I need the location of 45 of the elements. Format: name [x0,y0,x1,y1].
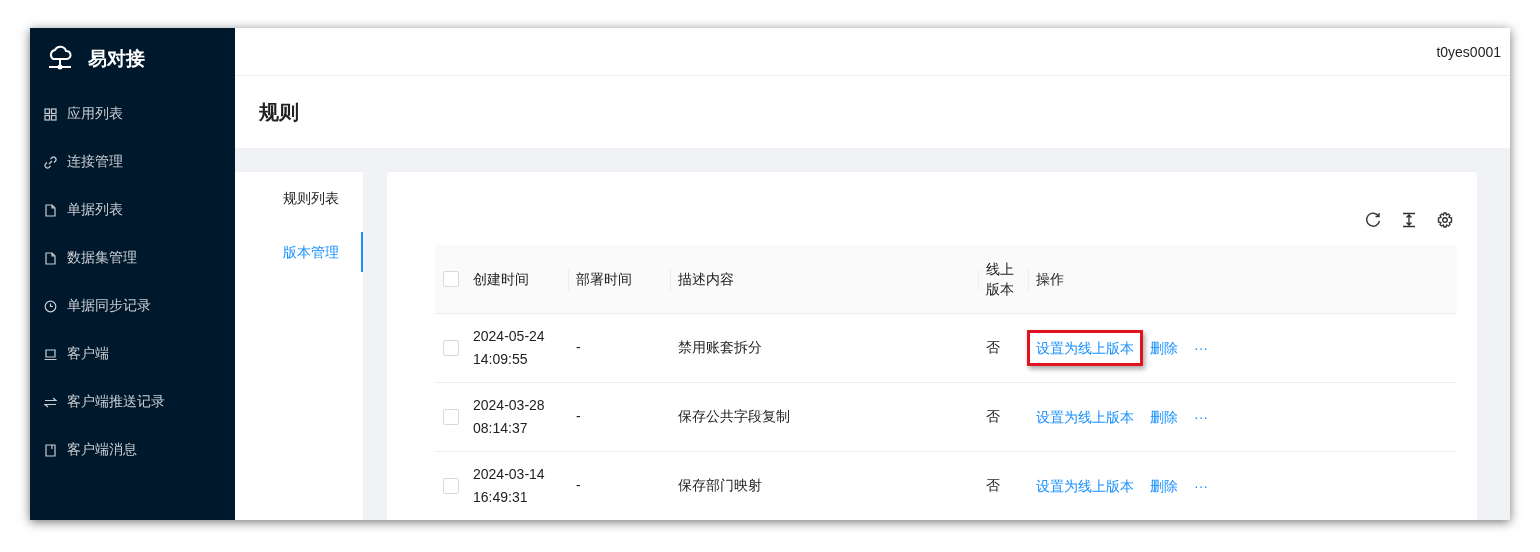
menu-item[interactable]: 规则列表 [235,178,363,218]
document-icon [44,251,57,265]
sidebar-item[interactable]: 客户端消息 [30,426,235,474]
grid-icon [44,107,57,121]
column-header: 操作 [1036,269,1064,289]
sidebar-item[interactable]: 应用列表 [30,90,235,138]
user-name[interactable]: t0yes0001 [1436,43,1501,60]
table-cell-text: 保存公共字段复制 [678,407,790,426]
table-cell-text: - [576,476,581,496]
sidebar-item[interactable]: 客户端推送记录 [30,378,235,426]
swap-icon [44,395,57,409]
table-cell-text: - [576,338,581,357]
table-cell-text: - [576,407,581,426]
sidebar-item[interactable]: 单据同步记录 [30,282,235,330]
table-cell-text: 保存部门映射 [678,476,762,496]
table-cell-text: 否 [986,407,1000,426]
row-checkbox[interactable] [443,408,459,425]
table-cell-text: 否 [986,338,1000,357]
column-header: 部署时间 [576,269,632,289]
settings-icon[interactable] [1437,212,1453,228]
sidebar-item[interactable]: 数据集管理 [30,234,235,282]
clock-icon [44,299,57,313]
laptop-icon [44,347,57,361]
row-checkbox[interactable] [443,339,459,356]
table-cell-text: 禁用账套拆分 [678,338,762,357]
book-icon [44,443,57,457]
row-checkbox[interactable] [443,477,459,494]
table-cell-text: 2024-03-14 16:49:31 [473,464,546,507]
document-icon [44,203,57,217]
cloud-network-icon [46,44,74,71]
page-title: 规则 [259,99,299,125]
sidebar-item[interactable]: 单据列表 [30,186,235,234]
table-cell-text: 2024-03-28 08:14:37 [473,395,546,438]
table-cell-text: 否 [986,476,1000,496]
link-icon [44,155,57,169]
sidebar-item[interactable]: 客户端 [30,330,235,378]
select-all-checkbox[interactable] [443,270,459,287]
column-header: 线上版本 [986,259,1015,299]
sidebar-item[interactable]: 连接管理 [30,138,235,186]
refresh-icon[interactable] [1365,212,1381,228]
table-cell-text: 2024-05-24 14:09:55 [473,326,546,369]
app-name: 易对接 [88,47,145,71]
column-header: 描述内容 [678,269,734,289]
row-height-icon[interactable] [1401,212,1417,228]
column-header: 创建时间 [473,269,529,289]
